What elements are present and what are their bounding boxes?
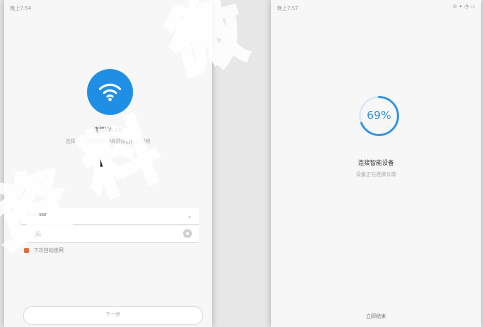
phone-screen-connecting: 晚上7:57 ⊘ ✦ ◔ ▭ 69% 连接智能设备 设备正在连接云端 立即结束 — [271, 0, 481, 327]
status-icons: ··· ✦ ▭ — [189, 4, 206, 10]
chevron-down-icon: ⌄ — [186, 211, 193, 220]
status-time: 晚上7:54 — [10, 6, 32, 12]
status-bar: 晚上7:54 ··· ✦ ▭ — [4, 0, 212, 14]
remember-network[interactable]: 下次自动连网 — [24, 247, 64, 254]
stop-link[interactable]: 立即结束 — [271, 313, 481, 320]
connect-subtitle: 设备正在连接云端 — [355, 172, 396, 178]
next-button[interactable]: 下一步 — [23, 306, 203, 325]
eye-icon[interactable] — [183, 229, 192, 238]
wlan-title: 连接WLAN — [92, 127, 123, 134]
network-name: Sidewar — [27, 212, 48, 218]
wlan-subtitle: 选择一个可用的WLAN供设备接入网络 — [65, 139, 151, 145]
network-select[interactable]: Sidewar ⌄ — [21, 208, 199, 225]
progress-percent: 69% — [366, 109, 392, 122]
status-icons: ⊘ ✦ ◔ ▭ — [452, 4, 475, 10]
remember-label: 下次自动连网 — [33, 248, 64, 254]
password-placeholder: 密码 — [31, 232, 42, 238]
wifi-icon — [87, 69, 133, 115]
checkbox-icon[interactable] — [24, 248, 29, 253]
password-field[interactable]: 密码 — [21, 226, 199, 243]
phone-screen-wlan: 晚上7:54 ··· ✦ ▭ 连接WLAN 选择一个可用的WLAN供设备接入网络… — [4, 0, 212, 327]
connect-title: 连接智能设备 — [357, 160, 394, 167]
status-time: 晚上7:57 — [277, 6, 299, 12]
status-bar: 晚上7:57 ⊘ ✦ ◔ ▭ — [271, 0, 481, 14]
